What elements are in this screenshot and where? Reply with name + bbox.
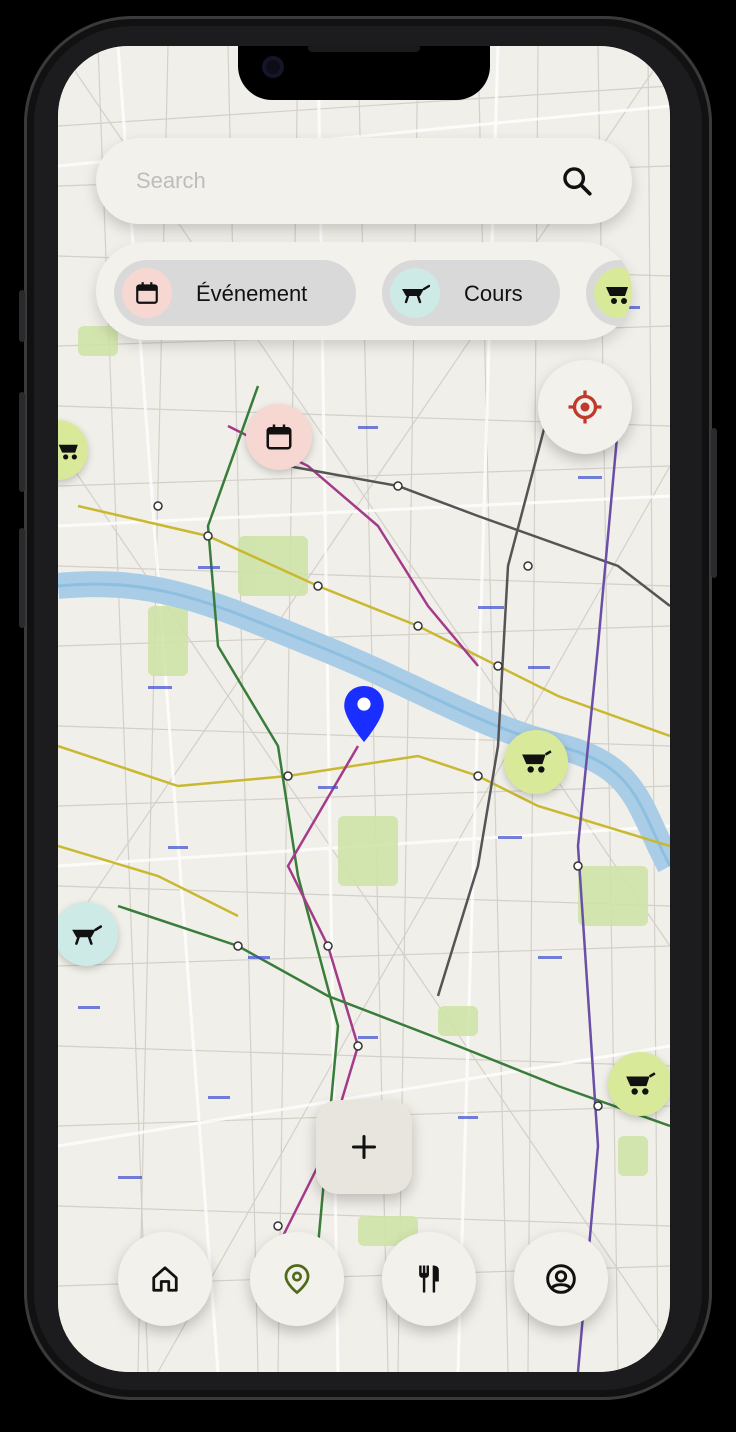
filter-label-cours: Cours: [464, 281, 523, 306]
plus-icon: [351, 1134, 377, 1160]
front-camera: [262, 56, 284, 78]
mute-switch: [19, 290, 25, 342]
crosshair-icon: [568, 390, 602, 424]
volume-up-button: [19, 392, 25, 492]
shop-marker[interactable]: [504, 730, 568, 794]
wheelbarrow-icon: [594, 268, 632, 318]
wheelbarrow-icon: [58, 444, 78, 460]
fork-knife-icon: [419, 1265, 439, 1293]
event-marker[interactable]: [246, 404, 312, 470]
power-button: [711, 428, 717, 578]
add-button[interactable]: [316, 1100, 412, 1194]
nav-profile[interactable]: [514, 1232, 608, 1326]
search-bar[interactable]: Search: [96, 138, 632, 224]
wheelbarrow-icon: [522, 750, 552, 773]
user-location-pin-icon: [344, 686, 384, 742]
screen: Search Événement Cours: [58, 46, 670, 1372]
nav-food[interactable]: [382, 1232, 476, 1326]
filter-chip-shop[interactable]: [586, 260, 632, 326]
wheelbarrow-icon: [390, 268, 440, 318]
shop-marker[interactable]: [608, 1052, 670, 1116]
filter-chip-cours[interactable]: Cours: [382, 260, 560, 326]
map-pin-icon: [284, 1264, 310, 1295]
home-icon: [152, 1266, 178, 1292]
search-icon[interactable]: [560, 164, 594, 198]
filter-chip-evenement[interactable]: Événement: [114, 260, 356, 326]
notch: [238, 44, 490, 100]
calendar-icon: [266, 424, 292, 450]
wheelbarrow-icon: [626, 1072, 656, 1095]
profile-icon: [546, 1264, 576, 1294]
volume-down-button: [19, 528, 25, 628]
calendar-icon: [122, 268, 172, 318]
filter-bar[interactable]: Événement Cours: [96, 242, 632, 340]
nav-map[interactable]: [250, 1232, 344, 1326]
search-placeholder: Search: [136, 168, 206, 193]
nav-home[interactable]: [118, 1232, 212, 1326]
locate-me-button[interactable]: [538, 360, 632, 454]
filter-label-evenement: Événement: [196, 281, 308, 306]
wheelbarrow-icon: [72, 925, 102, 945]
speaker: [308, 44, 420, 52]
